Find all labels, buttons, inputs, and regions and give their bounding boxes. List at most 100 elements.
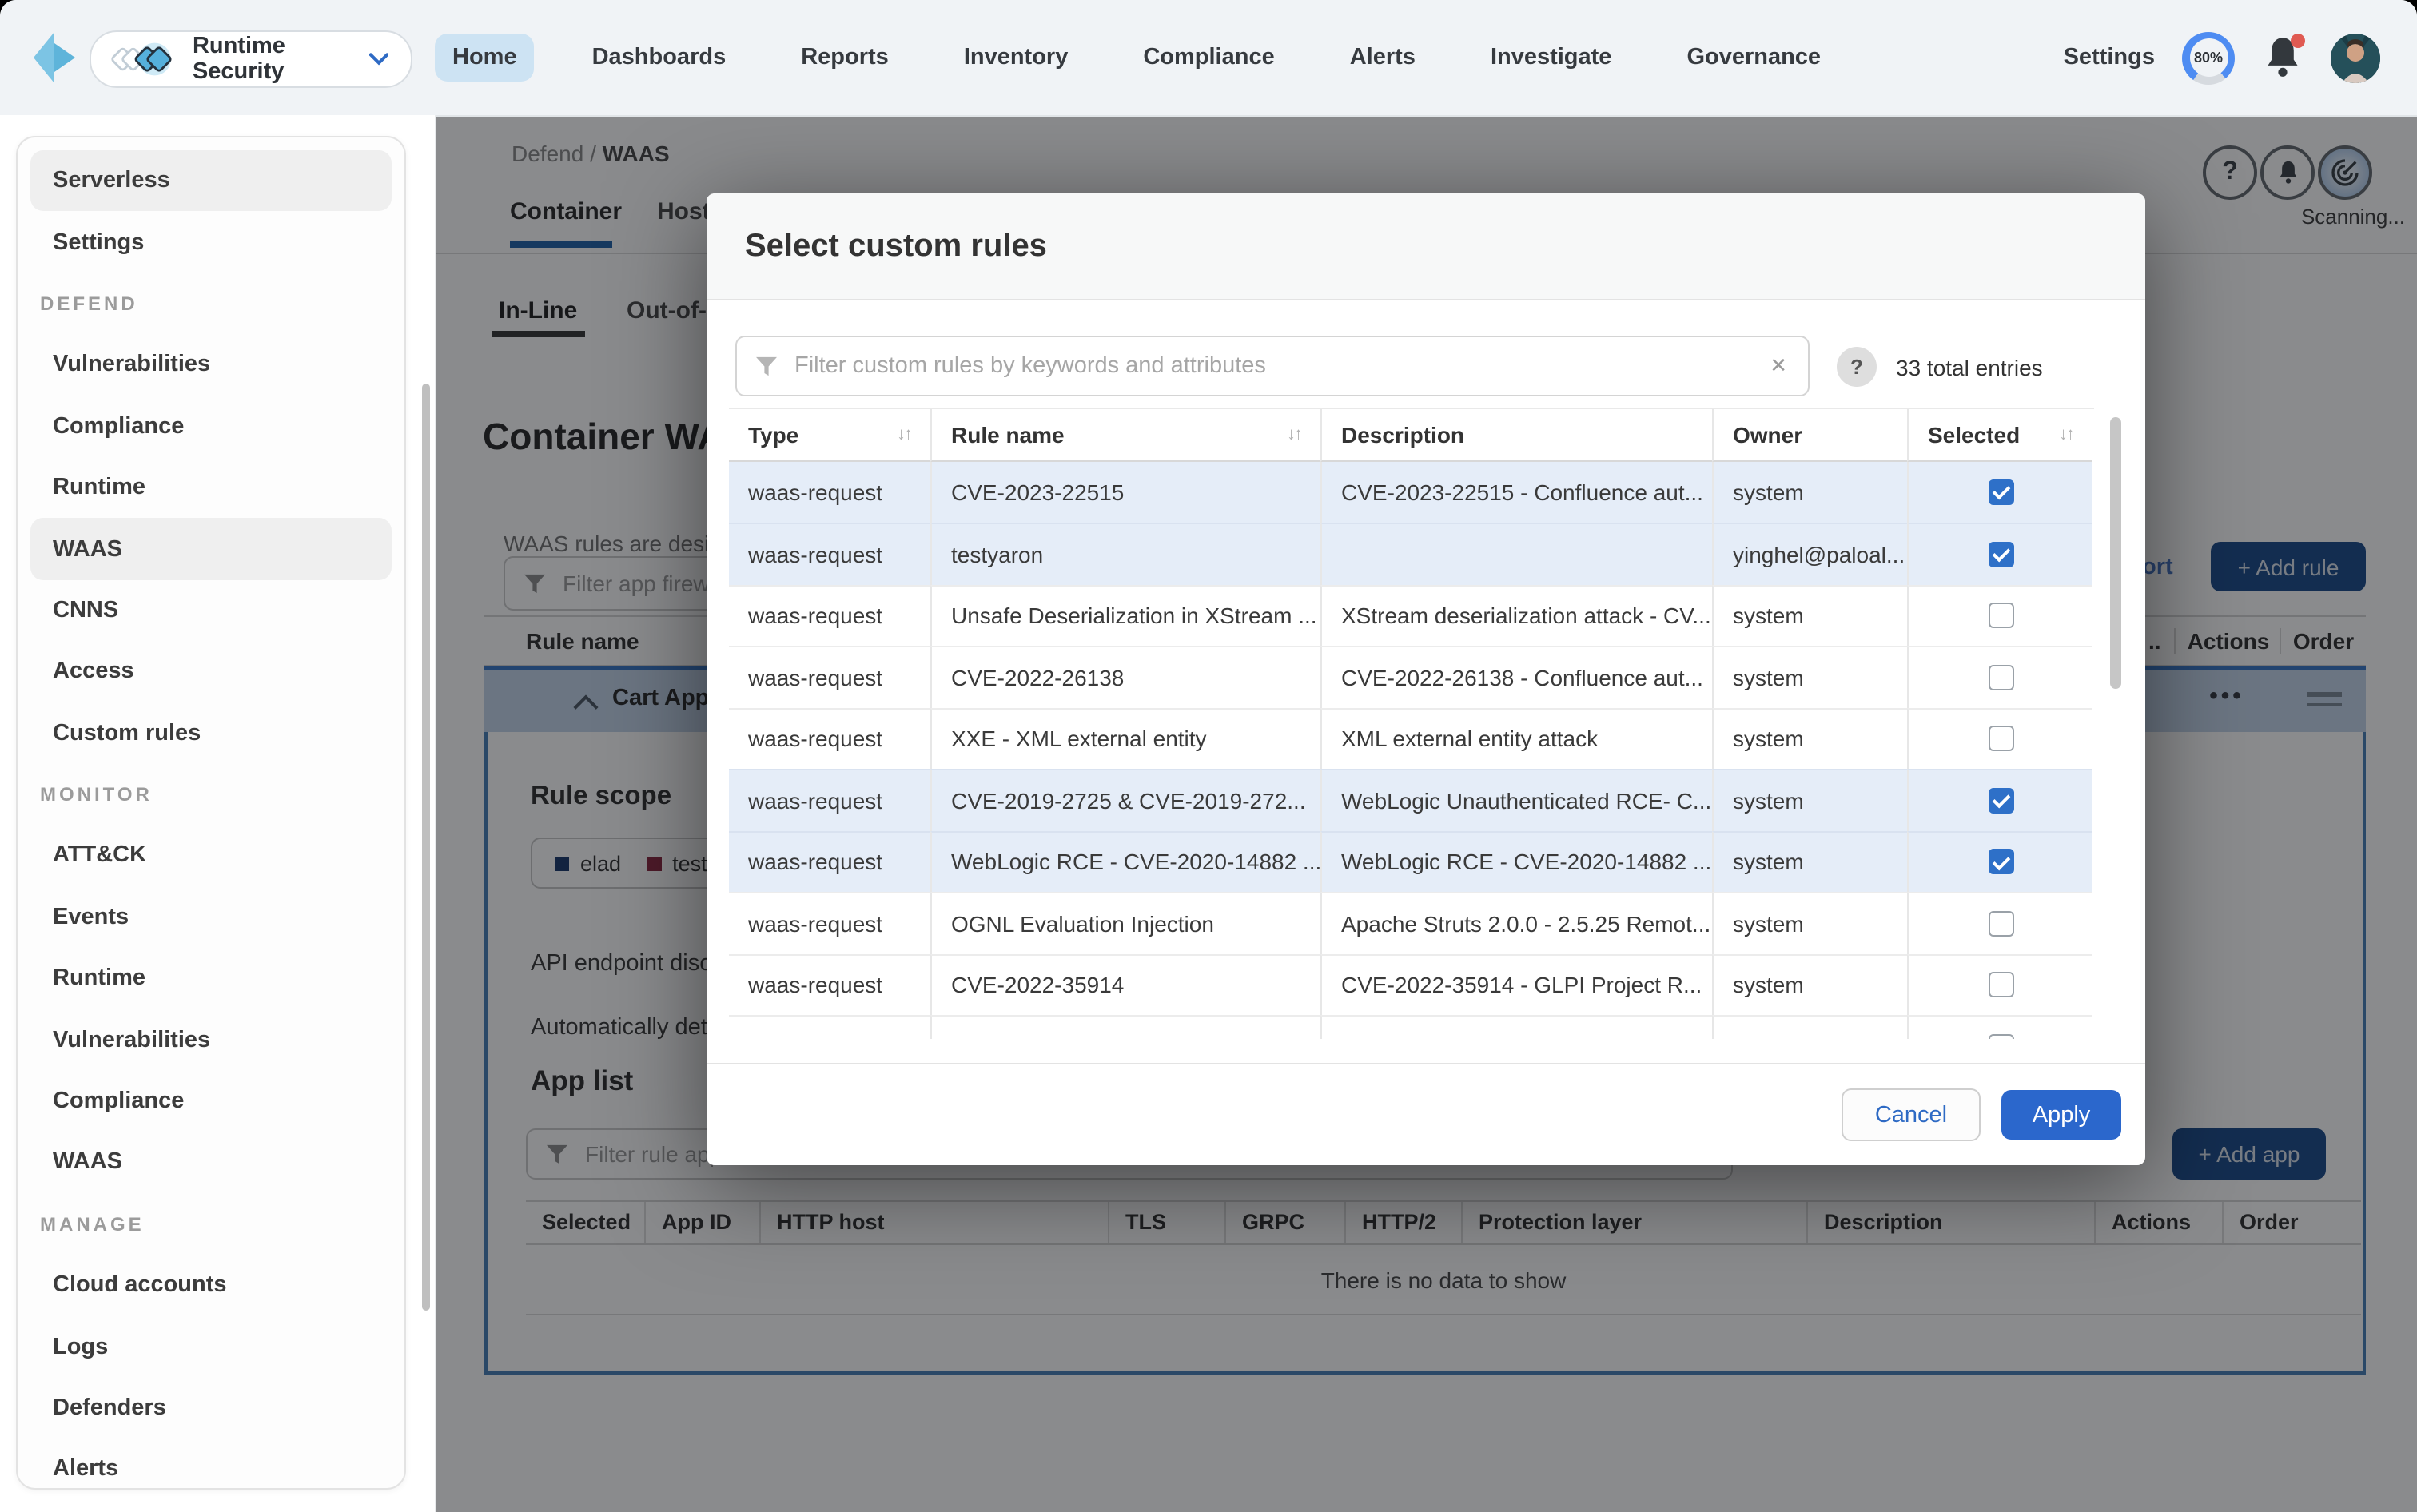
cell-selected — [1907, 1015, 2092, 1039]
nav-item-alerts[interactable]: Alerts — [1332, 34, 1433, 82]
cell-description: CVE-2023-22515 - Confluence aut... — [1320, 461, 1712, 523]
selected-checkbox[interactable] — [1988, 1034, 2013, 1040]
main-nav: Home Dashboards Reports Inventory Compliance… — [435, 0, 1838, 115]
table-scrollbar[interactable] — [2110, 417, 2121, 689]
selected-checkbox[interactable] — [1988, 850, 2013, 875]
prisma-cloud-logo-icon — [34, 32, 77, 83]
selected-checkbox[interactable] — [1988, 665, 2013, 690]
settings-link[interactable]: Settings — [2064, 45, 2155, 70]
nav-item-investigate[interactable]: Investigate — [1473, 34, 1630, 82]
cell-type: waas-request — [729, 461, 930, 523]
cell-description: XStream deserialization attack - CV... — [1320, 584, 1712, 646]
modal-header: Select custom rules — [707, 193, 2145, 300]
custom-rule-row[interactable]: waas-requestCVE-2022-35914CVE-2022-35914… — [729, 953, 2094, 1015]
custom-rule-row[interactable]: waas-requestUnsafe Deserialization in XS… — [729, 584, 2094, 646]
cell-rule-name: XXE - XML external entity — [930, 707, 1320, 769]
modal-col-selected[interactable]: Selected↓↑ — [1907, 409, 2092, 461]
cell-selected — [1907, 523, 2092, 584]
selected-checkbox[interactable] — [1988, 479, 2013, 505]
top-bar: Runtime Security Home Dashboards Reports In… — [0, 0, 2417, 117]
cell-rule-name: CVE-2019-2725 & CVE-2019-272... — [930, 769, 1320, 830]
sidebar-item-monitor: MONITOR — [18, 764, 404, 826]
notifications-bell-icon[interactable] — [2262, 35, 2304, 80]
sidebar-item-alerts[interactable]: Alerts — [30, 1438, 392, 1490]
nav-item-inventory[interactable]: Inventory — [946, 34, 1086, 82]
cell-type: waas-request — [729, 707, 930, 769]
cell-rule-name — [930, 1015, 1320, 1039]
cell-owner: yinghel@paloal... — [1712, 523, 1907, 584]
cell-selected — [1907, 769, 2092, 830]
col-label: Type — [748, 422, 798, 448]
sidebar-item-compliance[interactable]: Compliance — [30, 1071, 392, 1132]
cell-type: waas-request — [729, 892, 930, 953]
sidebar-item-compliance[interactable]: Compliance — [30, 396, 392, 457]
cell-description — [1320, 1015, 1712, 1039]
sidebar-item-defend: DEFEND — [18, 273, 404, 335]
sidebar-scrollbar[interactable] — [422, 384, 430, 1311]
sort-arrows-icon[interactable]: ↓↑ — [897, 425, 911, 444]
nav-item-home[interactable]: Home — [435, 34, 535, 82]
sidebar-item-settings[interactable]: Settings — [30, 212, 392, 273]
sidebar-item-vulnerabilities[interactable]: Vulnerabilities — [30, 1009, 392, 1071]
nav-item-governance[interactable]: Governance — [1669, 34, 1838, 82]
sidebar-item-runtime[interactable]: Runtime — [30, 948, 392, 1009]
modal-col-type[interactable]: Type ↓↑ — [729, 409, 930, 461]
selected-checkbox[interactable] — [1988, 788, 2013, 814]
nav-item-reports[interactable]: Reports — [783, 34, 906, 82]
modal-col-rule-name[interactable]: Rule name↓↑ — [930, 409, 1320, 461]
selected-checkbox[interactable] — [1988, 603, 2013, 629]
cell-owner: system — [1712, 461, 1907, 523]
sort-arrows-icon[interactable]: ↓↑ — [1287, 425, 1301, 444]
sidebar-item-logs[interactable]: Logs — [30, 1316, 392, 1378]
custom-rule-row[interactable]: waas-requestCVE-2022-26138CVE-2022-26138… — [729, 646, 2094, 707]
cell-description: CVE-2022-26138 - Confluence aut... — [1320, 646, 1712, 707]
modal-col-description: Description — [1320, 409, 1712, 461]
sidebar-item-events[interactable]: Events — [30, 886, 392, 948]
custom-rules-table-header: Type↓↑Rule name↓↑DescriptionOwnerSelecte… — [729, 409, 2094, 461]
sidebar-item-access[interactable]: Access — [30, 641, 392, 702]
apply-button[interactable]: Apply — [2001, 1090, 2121, 1140]
custom-rule-row[interactable]: waas-requesttestyaronyinghel@paloal... — [729, 523, 2094, 584]
app-window: Runtime Security Home Dashboards Reports In… — [0, 0, 2417, 1512]
nav-item-dashboards[interactable]: Dashboards — [575, 34, 744, 82]
sidebar-item-serverless[interactable]: Serverless — [30, 150, 392, 212]
cell-rule-name: OGNL Evaluation Injection — [930, 892, 1320, 953]
nav-item-compliance[interactable]: Compliance — [1125, 34, 1292, 82]
cell-owner — [1712, 1015, 1907, 1039]
custom-rule-row[interactable]: waas-requestXXE - XML external entityXML… — [729, 707, 2094, 769]
selected-checkbox[interactable] — [1988, 973, 2013, 998]
selected-checkbox[interactable] — [1988, 542, 2013, 567]
custom-rules-filter[interactable]: ✕ — [735, 336, 1810, 396]
custom-rule-row[interactable]: waas-requestCVE-2019-2725 & CVE-2019-272… — [729, 769, 2094, 830]
user-avatar[interactable] — [2331, 33, 2380, 82]
sidebar-item-waas[interactable]: WAAS — [30, 519, 392, 580]
product-switcher[interactable]: Runtime Security — [90, 30, 412, 88]
custom-rule-row[interactable]: waas-requestWebLogic RCE - CVE-2020-1488… — [729, 830, 2094, 892]
selected-checkbox[interactable] — [1988, 726, 2013, 752]
custom-rule-row[interactable]: waas-requestCVE-2023-22515CVE-2023-22515… — [729, 461, 2094, 523]
sidebar-item-vulnerabilities[interactable]: Vulnerabilities — [30, 334, 392, 396]
sidebar-item-custom-rules[interactable]: Custom rules — [30, 702, 392, 764]
cell-selected — [1907, 461, 2092, 523]
clear-filter-icon[interactable]: ✕ — [1770, 353, 1787, 379]
custom-rules-filter-input[interactable] — [791, 352, 1770, 380]
sidebar-item-defenders[interactable]: Defenders — [30, 1378, 392, 1439]
custom-rule-row[interactable]: waas-requestOGNL Evaluation InjectionApa… — [729, 892, 2094, 953]
custom-rule-row[interactable] — [729, 1015, 2094, 1039]
sidebar-item-att-ck[interactable]: ATT&CK — [30, 826, 392, 887]
sidebar-item-runtime[interactable]: Runtime — [30, 457, 392, 519]
custom-rules-table: Type↓↑Rule name↓↑DescriptionOwnerSelecte… — [729, 408, 2094, 1039]
cell-description: XML external entity attack — [1320, 707, 1712, 769]
credits-progress-ring[interactable]: 80% — [2182, 31, 2235, 84]
topbar-right-cluster: Settings 80% — [2064, 0, 2380, 115]
sidebar-item-waas[interactable]: WAAS — [30, 1132, 392, 1194]
sidebar-item-cloud-accounts[interactable]: Cloud accounts — [30, 1255, 392, 1316]
selected-checkbox[interactable] — [1988, 911, 2013, 937]
cancel-button[interactable]: Cancel — [1842, 1088, 1981, 1141]
cell-description: CVE-2022-35914 - GLPI Project R... — [1320, 953, 1712, 1015]
cell-rule-name: testyaron — [930, 523, 1320, 584]
filter-help-icon[interactable]: ? — [1837, 347, 1877, 387]
col-label: Owner — [1733, 422, 1802, 448]
sidebar-item-cnns[interactable]: CNNS — [30, 579, 392, 641]
sort-arrows-icon[interactable]: ↓↑ — [2059, 425, 2073, 444]
